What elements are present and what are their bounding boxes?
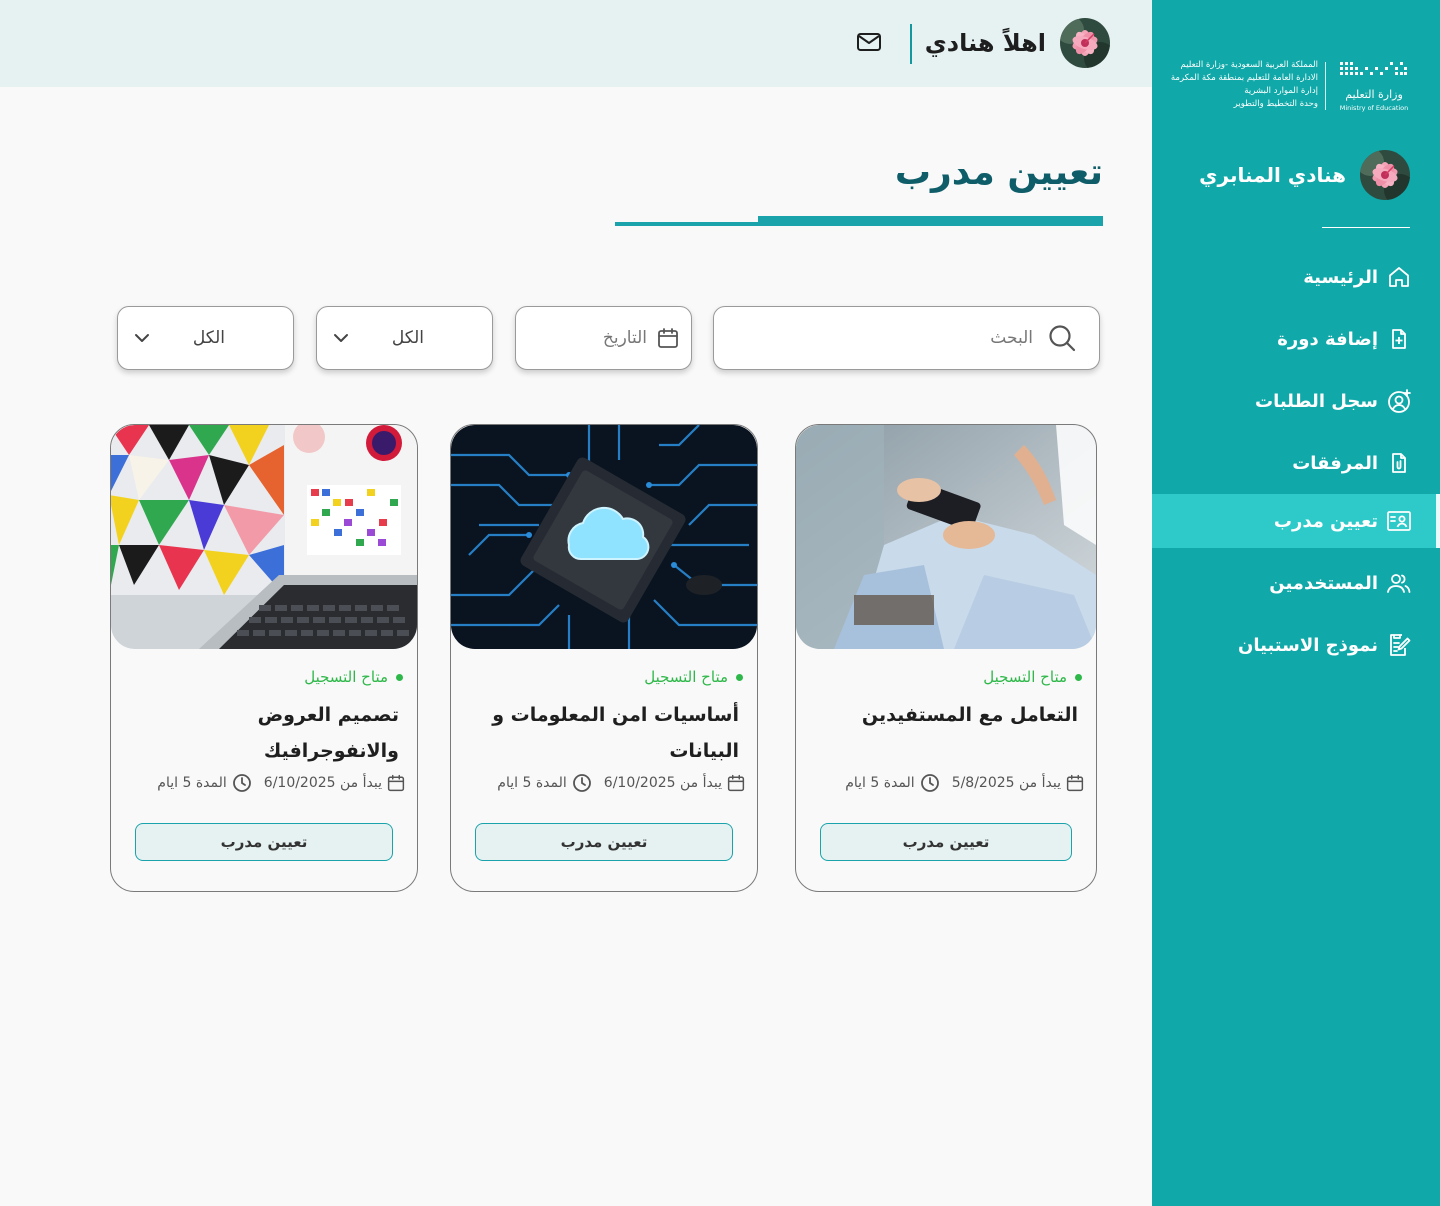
avatar xyxy=(1360,150,1410,200)
assign-trainer-button[interactable]: تعيين مدرب xyxy=(475,823,733,861)
ministry-logo: وزارة التعليم Ministry of Education المم… xyxy=(1170,56,1410,116)
course-card[interactable]: متاح التسجيل أساسيات امن المعلومات و الب… xyxy=(450,424,758,892)
calendar-icon xyxy=(387,774,405,792)
sidebar-item-users[interactable]: المستخدمين xyxy=(1152,552,1440,614)
duration-text: المدة 5 ايام xyxy=(497,775,567,791)
profile-name: هنادي المنابري xyxy=(1199,163,1346,187)
course-image xyxy=(796,425,1096,649)
sidebar-item-requests[interactable]: سجل الطلبات xyxy=(1152,370,1440,432)
filter-select-value: الكل xyxy=(192,328,225,348)
clock-icon xyxy=(572,774,591,792)
sidebar: وزارة التعليم Ministry of Education المم… xyxy=(1152,0,1440,1206)
start-text: يبدأ من 5/8/2025 xyxy=(951,775,1061,791)
course-title: التعامل مع المستفيدين xyxy=(861,704,1078,726)
sidebar-item-label: نموذج الاستبيان xyxy=(1237,634,1378,656)
greeting-text: اهلاً هنادي xyxy=(924,29,1046,57)
chevron-down-icon xyxy=(334,334,348,342)
status-dot xyxy=(1075,673,1082,681)
status-dot xyxy=(736,673,743,681)
avatar xyxy=(1060,18,1110,68)
start-text: يبدأ من 6/10/2025 xyxy=(263,775,382,791)
user-plus-circle-icon xyxy=(1386,388,1412,414)
sidebar-nav: الرئيسية إضافة دورة سجل الطلبات المرفقات… xyxy=(1152,246,1440,676)
status-badge: متاح التسجيل xyxy=(304,668,403,686)
attachment-file-icon xyxy=(1386,450,1412,476)
filter-select[interactable]: الكل xyxy=(117,306,294,370)
survey-edit-icon xyxy=(1386,632,1412,658)
ministry-name-ar: وزارة التعليم xyxy=(1345,88,1403,101)
sidebar-item-survey[interactable]: نموذج الاستبيان xyxy=(1152,614,1440,676)
file-plus-icon xyxy=(1386,326,1412,352)
course-meta: يبدأ من 6/10/2025 المدة 5 ايام xyxy=(121,773,405,793)
user-greeting[interactable]: اهلاً هنادي xyxy=(925,18,1110,68)
date-filter[interactable]: التاريخ xyxy=(515,306,692,370)
sidebar-item-label: إضافة دورة xyxy=(1277,328,1378,350)
status-badge: متاح التسجيل xyxy=(983,668,1082,686)
course-duration: المدة 5 ايام xyxy=(497,773,591,793)
course-duration: المدة 5 ايام xyxy=(845,773,939,793)
calendar-icon xyxy=(1066,774,1084,792)
course-title: تصميم العروض والانفوجرافيك xyxy=(257,704,399,762)
course-image xyxy=(451,425,757,649)
mail-icon[interactable] xyxy=(856,30,882,54)
filter-select[interactable]: الكل xyxy=(316,306,493,370)
sidebar-profile[interactable]: هنادي المنابري xyxy=(1199,150,1410,200)
header-divider xyxy=(910,24,912,64)
sidebar-item-home[interactable]: الرئيسية xyxy=(1152,246,1440,308)
calendar-icon xyxy=(727,774,745,792)
course-title: أساسيات امن المعلومات و البيانات xyxy=(492,704,739,762)
sidebar-item-label: المستخدمين xyxy=(1269,572,1378,594)
filter-select-value: الكل xyxy=(391,328,424,348)
duration-text: المدة 5 ايام xyxy=(845,775,915,791)
course-start: يبدأ من 5/8/2025 xyxy=(952,774,1084,792)
search-input[interactable]: البحث xyxy=(713,306,1100,370)
logo-line: الادارة العامة للتعليم بمنطقة مكة المكرم… xyxy=(1170,73,1318,83)
clock-icon xyxy=(232,774,251,792)
users-icon xyxy=(1386,570,1412,596)
page-title: تعيين مدرب xyxy=(894,152,1103,193)
status-label: متاح التسجيل xyxy=(983,668,1067,686)
search-placeholder: البحث xyxy=(990,328,1033,348)
ministry-logo-mark: وزارة التعليم Ministry of Education xyxy=(1340,62,1409,112)
calendar-icon xyxy=(658,328,678,348)
date-placeholder: التاريخ xyxy=(602,328,647,348)
course-meta: يبدأ من 5/8/2025 المدة 5 ايام xyxy=(806,773,1084,793)
assign-trainer-button[interactable]: تعيين مدرب xyxy=(820,823,1072,861)
start-text: يبدأ من 6/10/2025 xyxy=(603,775,722,791)
logo-line: المملكة العربية السعودية -وزارة التعليم xyxy=(1180,60,1318,70)
trainer-board-icon xyxy=(1386,508,1412,534)
logo-divider xyxy=(1325,62,1326,110)
course-start: يبدأ من 6/10/2025 xyxy=(604,774,745,792)
duration-text: المدة 5 ايام xyxy=(157,775,227,791)
sidebar-item-label: تعيين مدرب xyxy=(1273,510,1378,532)
assign-trainer-button[interactable]: تعيين مدرب xyxy=(135,823,393,861)
course-card[interactable]: متاح التسجيل التعامل مع المستفيدين يبدأ … xyxy=(795,424,1097,892)
sidebar-item-attachments[interactable]: المرفقات xyxy=(1152,432,1440,494)
course-meta: يبدأ من 6/10/2025 المدة 5 ايام xyxy=(461,773,745,793)
course-duration: المدة 5 ايام xyxy=(157,773,251,793)
course-card[interactable]: متاح التسجيل تصميم العروض والانفوجرافيك … xyxy=(110,424,418,892)
status-badge: متاح التسجيل xyxy=(644,668,743,686)
search-icon xyxy=(1049,325,1076,352)
sidebar-item-label: الرئيسية xyxy=(1303,266,1378,288)
status-dot xyxy=(396,673,403,681)
sidebar-item-label: سجل الطلبات xyxy=(1254,390,1378,412)
logo-text: المملكة العربية السعودية -وزارة التعليم … xyxy=(1170,59,1318,111)
sidebar-item-assign-trainer[interactable]: تعيين مدرب xyxy=(1152,494,1440,548)
top-bar: اهلاً هنادي xyxy=(0,0,1152,87)
sidebar-item-label: المرفقات xyxy=(1292,452,1378,474)
status-label: متاح التسجيل xyxy=(644,668,728,686)
chevron-down-icon xyxy=(135,334,149,342)
status-label: متاح التسجيل xyxy=(304,668,388,686)
title-underline-accent xyxy=(758,216,1103,226)
logo-line: وحدة التخطيط والتطوير xyxy=(1233,99,1318,109)
course-start: يبدأ من 6/10/2025 xyxy=(264,774,405,792)
course-image xyxy=(111,425,417,649)
clock-icon xyxy=(920,774,939,792)
home-icon xyxy=(1386,264,1412,290)
logo-line: إدارة الموارد البشرية xyxy=(1244,86,1318,96)
ministry-name-en: Ministry of Education xyxy=(1340,104,1409,112)
sidebar-item-add-course[interactable]: إضافة دورة xyxy=(1152,308,1440,370)
sidebar-divider xyxy=(1322,227,1410,228)
